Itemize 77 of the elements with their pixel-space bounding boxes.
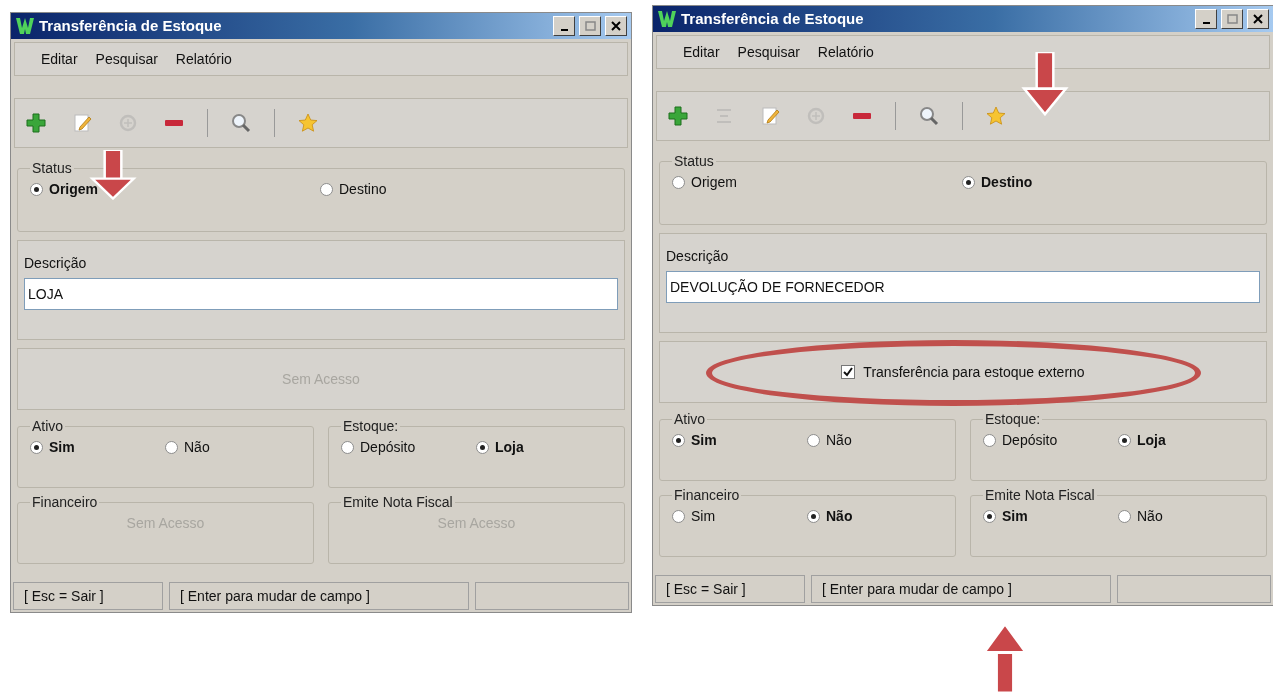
close-icon [1253,14,1263,24]
radio-option[interactable]: Não [807,506,942,527]
radio-icon[interactable] [30,183,43,196]
group-label: Emite Nota Fiscal [984,486,1096,505]
radio-icon[interactable] [672,176,685,189]
minimize-icon [560,29,568,31]
plus-icon[interactable] [665,103,691,129]
menu-item[interactable]: Relatório [817,41,874,63]
menu-item[interactable]: Pesquisar [737,41,800,63]
radio-option[interactable]: Não [165,437,300,458]
radio-option[interactable]: Depósito [341,437,476,458]
close-button[interactable] [605,16,627,36]
menu-item[interactable]: Editar [41,48,78,70]
radio-option[interactable]: Sim [672,506,807,527]
status-text: [ Esc = Sair ] [13,582,163,610]
checkbox-option[interactable]: Transferência para estoque externo [841,361,1085,383]
radio-icon[interactable] [672,434,685,447]
radio-option[interactable]: Origem [30,179,320,200]
status-text: [ Enter para mudar de campo ] [169,582,469,610]
group-label: Ativo [673,410,707,429]
radio-option[interactable]: Sim [30,437,165,458]
radio-icon[interactable] [1118,510,1131,523]
radio-icon[interactable] [341,441,354,454]
radio-icon[interactable] [320,183,333,196]
minimize-button[interactable] [553,16,575,36]
radio-option[interactable]: Sim [983,506,1118,527]
group-label: Financeiro [31,493,99,512]
group-label: Status [31,159,73,178]
close-icon [611,21,621,31]
radio-icon[interactable] [983,510,996,523]
checkbox[interactable] [841,365,856,379]
plus-icon[interactable] [23,110,49,136]
group-label: Estoque: [342,417,400,436]
menu-item[interactable]: Relatório [175,48,232,70]
radio-icon[interactable] [672,510,685,523]
radio-option[interactable]: Não [1118,506,1253,527]
radio-option[interactable]: Depósito [983,430,1118,451]
radio-option[interactable]: Origem [672,172,962,193]
window-title: Transferência de Estoque [681,8,865,29]
close-button[interactable] [1247,9,1269,29]
radio-option[interactable]: Destino [320,179,610,200]
radio-icon[interactable] [807,434,820,447]
description-field[interactable]: DEVOLUÇÃO DE FORNECEDOR [666,271,1260,303]
radio-icon[interactable] [476,441,489,454]
field-label: Descrição [666,247,730,266]
maximize-button[interactable] [1221,9,1243,29]
group-label: Financeiro [673,486,741,505]
radio-option[interactable]: Não [807,430,942,451]
radio-option[interactable]: Loja [1118,430,1253,451]
description-field[interactable]: LOJA [24,278,618,310]
menu-item[interactable]: Editar [683,41,720,63]
radio-option[interactable]: Destino [962,172,1252,193]
group-label: Ativo [31,417,65,436]
group-label: Estoque: [984,410,1042,429]
status-text: [ Esc = Sair ] [655,575,805,603]
window-title: Transferência de Estoque [39,15,223,36]
radio-icon[interactable] [30,441,43,454]
radio-option[interactable]: Sim [672,430,807,451]
radio-icon[interactable] [983,434,996,447]
annotation-arrow [1020,52,1070,116]
radio-icon[interactable] [1118,434,1131,447]
radio-icon[interactable] [962,176,975,189]
menu-item[interactable]: Pesquisar [95,48,158,70]
radio-option[interactable]: Loja [476,437,611,458]
maximize-button[interactable] [579,16,601,36]
maximize-icon [584,21,596,31]
minimize-icon [1202,22,1210,24]
group-label: Status [673,152,715,171]
logo-icon [15,17,35,35]
status-text: [ Enter para mudar de campo ] [811,575,1111,603]
field-label: Descrição [24,254,88,273]
maximize-icon [1226,14,1238,24]
radio-icon[interactable] [165,441,178,454]
minimize-button[interactable] [1195,9,1217,29]
group-label: Emite Nota Fiscal [342,493,454,512]
logo-icon [657,10,677,28]
radio-icon[interactable] [807,510,820,523]
